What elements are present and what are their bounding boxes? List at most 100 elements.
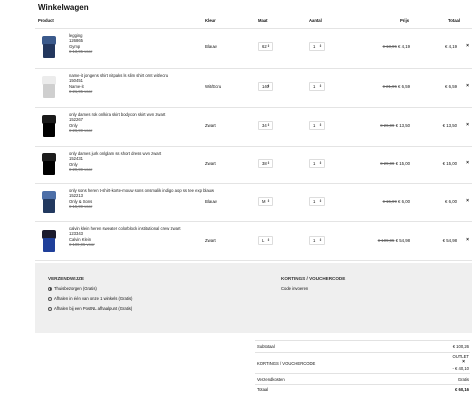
remove-icon[interactable]: × xyxy=(466,237,469,243)
dropdown-icon: ⇕ xyxy=(266,238,270,242)
size-select[interactable]: M ⇕ xyxy=(258,197,273,206)
quantity-select[interactable]: 1 ⇕ xyxy=(309,236,325,245)
product-info: only dames rok onlkira skirt bodycon ski… xyxy=(69,112,165,133)
price-cell: € 29,99 € 15,00 xyxy=(380,161,410,166)
price-cell: € 21,95 € 6,59 xyxy=(383,84,411,89)
header-price: Prijs xyxy=(400,18,410,23)
shipping-option-store[interactable]: Afhalen in één van onze 1 winkels (Grati… xyxy=(48,296,132,301)
summary-divider xyxy=(255,384,470,385)
radio-icon[interactable] xyxy=(48,306,52,311)
cart-row: only sons heren t-shirt-korte-mouw sons … xyxy=(0,183,475,220)
product-original-price: € 29,99 voor xyxy=(69,166,93,172)
size-select[interactable]: 38 ⇕ xyxy=(258,159,273,168)
quantity-select[interactable]: 1 ⇕ xyxy=(309,121,325,130)
product-original-price: € 21,95 voor xyxy=(69,88,93,94)
quantity-select[interactable]: 1 ⇕ xyxy=(309,159,325,168)
dropdown-icon: ⇕ xyxy=(318,238,322,242)
price-old: € 29,99 xyxy=(380,161,395,166)
product-colour: Zwart xyxy=(205,161,216,166)
price-cell: € 109,95 € 54,98 xyxy=(378,238,410,243)
product-image[interactable] xyxy=(38,34,60,60)
remove-icon[interactable]: × xyxy=(466,83,469,89)
size-select[interactable]: 62 ⇕ xyxy=(258,42,273,51)
dropdown-icon: ⇕ xyxy=(266,44,270,48)
shipping-option-label: Afhalen in één van onze 1 winkels (Grati… xyxy=(54,296,133,301)
shipping-option-label: Thuisbezorgen (Gratis) xyxy=(54,286,97,291)
grand-total-row: Totaal € 60,16 xyxy=(257,387,469,392)
summary-divider xyxy=(255,373,470,374)
product-image[interactable] xyxy=(38,113,60,139)
product-original-price: € 15,99 voor xyxy=(69,203,93,209)
price-new: € 13,50 xyxy=(395,123,410,128)
price-new: € 54,98 xyxy=(395,238,410,243)
quantity-select[interactable]: 1 ⇕ xyxy=(309,42,325,51)
dropdown-icon: ⇕ xyxy=(318,44,322,48)
price-old: € 26,99 xyxy=(380,123,395,128)
header-qty: Aantal xyxy=(309,18,322,23)
row-divider xyxy=(35,221,472,222)
voucher-amount: - € 40,10 xyxy=(452,366,469,371)
product-name[interactable]: calvin klein heren sweater colorblock in… xyxy=(69,226,180,231)
product-colour: Zwart xyxy=(205,238,216,243)
product-image[interactable] xyxy=(38,74,60,100)
price-old: € 13,95 xyxy=(382,44,397,49)
product-image[interactable] xyxy=(38,189,60,215)
product-colour: Blauw xyxy=(205,199,217,204)
subtotal-row: Subtotaal € 100,26 xyxy=(257,344,469,349)
remove-icon[interactable]: × xyxy=(466,122,469,128)
enter-code-link[interactable]: Code invoeren xyxy=(281,286,308,291)
product-info: calvin klein heren sweater colorblock in… xyxy=(69,226,180,247)
remove-icon[interactable]: × xyxy=(466,43,469,49)
price-old: € 15,99 xyxy=(382,199,397,204)
price-old: € 21,95 xyxy=(382,84,397,89)
size-value: L xyxy=(262,238,265,243)
quantity-value: 1 xyxy=(313,238,316,243)
dropdown-icon: ⇕ xyxy=(266,161,270,165)
shipping-option-label: Afhalen bij een PostNL afhaalpunt (Grati… xyxy=(54,306,133,311)
remove-icon[interactable]: × xyxy=(466,198,469,204)
row-divider xyxy=(35,28,472,29)
shipping-option-postnl[interactable]: Afhalen bij een PostNL afhaalpunt (Grati… xyxy=(48,306,132,311)
cart-table-header: Product Kleur Maat Aantal Prijs Totaal xyxy=(0,18,475,26)
product-image[interactable] xyxy=(38,151,60,177)
radio-selected-icon[interactable] xyxy=(48,286,52,291)
product-name[interactable]: only dames rok onlkira skirt bodycon ski… xyxy=(69,112,165,117)
product-original-price: € 26,99 voor xyxy=(69,127,93,133)
cart-row: name-it jongens shirt nitpaks ls slim sh… xyxy=(0,68,475,106)
product-colour: Zwart xyxy=(205,123,216,128)
quantity-select[interactable]: 1 ⇕ xyxy=(309,197,325,206)
shipping-cost-value: Gratis xyxy=(457,377,469,382)
voucher-label: KORTINGS / VOUCHERCODE xyxy=(257,361,316,366)
dropdown-icon: ⇕ xyxy=(318,123,322,127)
dropdown-icon: ⇕ xyxy=(266,84,270,88)
size-select[interactable]: 34 ⇕ xyxy=(258,121,273,130)
size-select[interactable]: 140 ⇕ xyxy=(258,82,273,91)
product-image[interactable] xyxy=(38,228,60,254)
product-info: legging 126865 Gymp € 13,95 voor xyxy=(69,33,92,54)
voucher-remove-icon[interactable]: × xyxy=(462,359,465,365)
row-divider xyxy=(35,68,472,69)
product-name[interactable]: only sons heren t-shirt-korte-mouw sons … xyxy=(69,188,214,193)
radio-icon[interactable] xyxy=(48,296,52,301)
product-info: name-it jongens shirt nitpaks ls slim sh… xyxy=(69,73,168,94)
quantity-value: 1 xyxy=(313,84,316,89)
row-divider xyxy=(35,107,472,108)
subtotal-label: Subtotaal xyxy=(257,344,275,349)
price-new: € 6,00 xyxy=(398,199,410,204)
size-value: M xyxy=(262,199,266,204)
row-total: € 13,50 xyxy=(442,123,457,128)
quantity-select[interactable]: 1 ⇕ xyxy=(309,82,325,91)
remove-icon[interactable]: × xyxy=(466,160,469,166)
voucher-row: KORTINGS / VOUCHERCODE xyxy=(257,361,469,366)
dropdown-icon: ⇕ xyxy=(266,199,270,203)
price-new: € 6,59 xyxy=(398,84,410,89)
row-total: € 15,00 xyxy=(442,161,457,166)
size-select[interactable]: L ⇕ xyxy=(258,236,273,245)
dropdown-icon: ⇕ xyxy=(266,123,270,127)
grand-total-value: € 60,16 xyxy=(455,387,469,392)
product-name[interactable]: name-it jongens shirt nitpaks ls slim sh… xyxy=(69,73,168,78)
row-divider xyxy=(35,146,472,147)
size-value: 38 xyxy=(262,161,267,166)
shipping-option-home[interactable]: Thuisbezorgen (Gratis) xyxy=(48,286,97,291)
price-old: € 109,95 xyxy=(377,238,395,243)
